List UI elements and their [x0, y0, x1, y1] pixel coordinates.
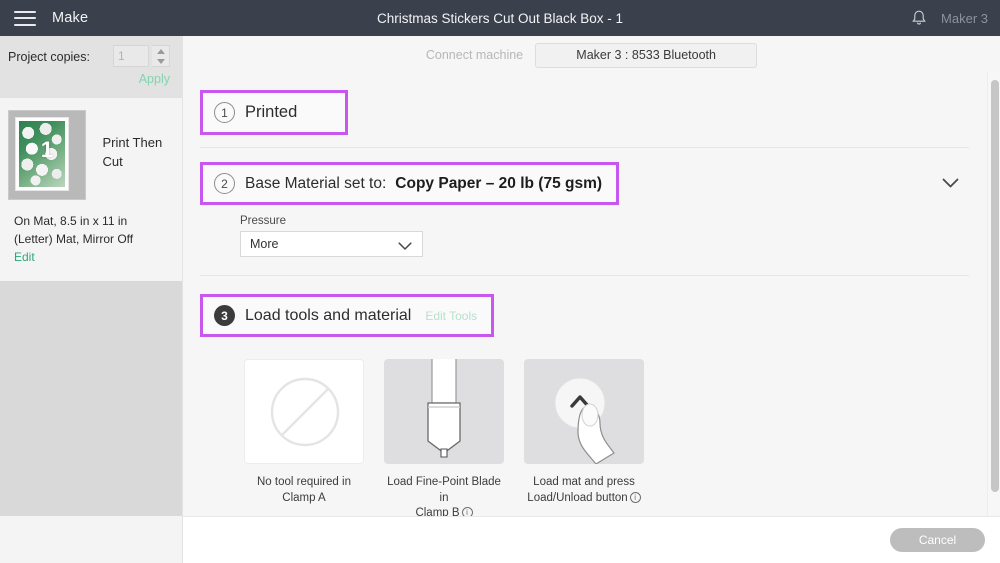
mat-number: 1: [40, 136, 54, 162]
step-3-number: 3: [214, 305, 235, 326]
step-2-row: 2 Base Material set to: Copy Paper – 20 …: [214, 173, 602, 194]
step-3-label: Load tools and material: [245, 306, 412, 324]
step-1-number: 1: [214, 102, 235, 123]
tool-caption-1-line2: Clamp A: [282, 491, 326, 504]
step-1-row: 1 Printed: [214, 102, 297, 123]
user-name[interactable]: Maker 3: [941, 11, 988, 26]
apply-copies-button[interactable]: Apply: [139, 72, 170, 86]
main-content: Connect machine Maker 3 : 8533 Bluetooth…: [183, 36, 1000, 563]
info-icon-load-unload[interactable]: i: [629, 491, 641, 503]
step-3-highlight[interactable]: 3 Load tools and material Edit Tools: [200, 294, 495, 337]
bell-icon[interactable]: [911, 9, 927, 27]
sidebar: Project copies: Apply 1 Print Then Cut O…: [0, 36, 183, 563]
connect-machine-row: Connect machine Maker 3 : 8533 Bluetooth: [183, 36, 1000, 74]
tool-caption-3: Load mat and press Load/Unload button i: [524, 475, 644, 506]
top-bar: Make Christmas Stickers Cut Out Black Bo…: [0, 0, 1000, 36]
project-copies-input[interactable]: [114, 46, 148, 66]
tool-caption-2: Load Fine-Point Blade in Clamp Bi: [384, 475, 504, 522]
step-1-label: Printed: [245, 103, 298, 121]
step-2-number: 2: [214, 173, 235, 194]
vertical-scrollbar[interactable]: [987, 72, 1000, 552]
cancel-button[interactable]: Cancel: [890, 528, 985, 552]
page-title: Christmas Stickers Cut Out Black Box - 1: [376, 10, 624, 26]
step-2-highlight[interactable]: 2 Base Material set to: Copy Paper – 20 …: [200, 162, 620, 205]
tool-caption-3-line2: Load/Unload button: [527, 491, 628, 504]
mat-details: On Mat, 8.5 in x 11 in (Letter) Mat, Mir…: [14, 214, 134, 246]
hamburger-menu-icon[interactable]: [14, 10, 36, 26]
load-unload-button-icon: [524, 377, 644, 464]
tool-card-image-3: [524, 359, 644, 464]
project-copies-panel: Project copies: Apply: [0, 36, 182, 98]
tool-caption-1-line1: No tool required in: [257, 476, 351, 488]
pressure-select[interactable]: More: [240, 231, 423, 257]
pressure-value: More: [250, 237, 279, 251]
fine-point-blade-icon: [384, 359, 504, 464]
project-copies-input-wrap: [113, 45, 149, 67]
stepper-up-icon[interactable]: [156, 48, 165, 54]
connect-machine-label: Connect machine: [425, 48, 524, 62]
step-3-row: 3 Load tools and material Edit Tools: [214, 305, 477, 326]
tool-card-image-2: [384, 359, 504, 464]
tool-cards: No tool required in Clamp A Load Fine-Po…: [244, 359, 973, 522]
base-material-value[interactable]: Copy Paper – 20 lb (75 gsm): [395, 175, 602, 193]
project-copies-label: Project copies:: [8, 50, 90, 64]
top-bar-right: Maker 3: [911, 0, 988, 36]
mat-mode-label: Print Then Cut: [102, 135, 163, 169]
chevron-down-icon[interactable]: [942, 176, 959, 194]
step-1-highlight[interactable]: 1 Printed: [200, 90, 349, 135]
steps-container: 1 Printed 2 Base Material set to: Copy P…: [183, 74, 1000, 547]
footer-bar: Cancel: [183, 516, 1000, 563]
quantity-stepper[interactable]: [152, 45, 170, 67]
sidebar-empty-panel: [0, 281, 182, 516]
chevron-down-icon: [398, 240, 412, 254]
make-screen: Make Christmas Stickers Cut Out Black Bo…: [0, 0, 1000, 563]
no-tool-required-icon: [245, 377, 363, 463]
machine-select-button[interactable]: Maker 3 : 8533 Bluetooth: [535, 42, 758, 68]
tool-card-clamp-b: Load Fine-Point Blade in Clamp Bi: [384, 359, 504, 522]
scrollbar-thumb[interactable]: [991, 80, 999, 492]
tool-card-clamp-a: No tool required in Clamp A: [244, 359, 364, 522]
step-3: 3 Load tools and material Edit Tools No …: [196, 276, 973, 547]
step-2: 2 Base Material set to: Copy Paper – 20 …: [196, 148, 973, 257]
step-1: 1 Printed: [196, 74, 973, 147]
pressure-label: Pressure: [240, 215, 287, 227]
tool-caption-1: No tool required in Clamp A: [244, 475, 364, 506]
mat-preview-block: 1 Print Then Cut On Mat, 8.5 in x 11 in …: [0, 98, 182, 266]
edit-tools-button[interactable]: Edit Tools: [425, 309, 477, 323]
tool-caption-3-line1: Load mat and press: [533, 476, 635, 488]
pressure-block: Pressure More: [240, 215, 973, 257]
mat-thumbnail[interactable]: 1: [8, 110, 86, 200]
tool-card-load-unload: Load mat and press Load/Unload button i: [524, 359, 644, 522]
stepper-down-icon[interactable]: [156, 58, 165, 64]
tool-card-image-1: [244, 359, 364, 464]
edit-mat-button[interactable]: Edit: [14, 250, 35, 264]
app-name: Make: [52, 10, 89, 26]
tool-caption-2-line1: Load Fine-Point Blade in: [387, 476, 501, 504]
step-2-label: Base Material set to:: [245, 174, 387, 192]
